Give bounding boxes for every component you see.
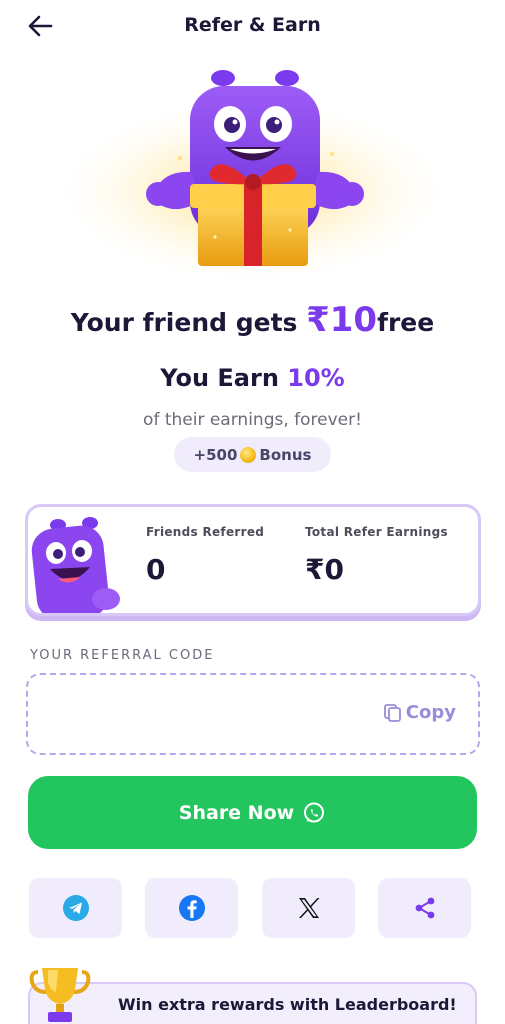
- earn-offer-prefix: You Earn: [160, 364, 288, 392]
- app-header: Refer & Earn: [0, 0, 505, 52]
- copy-icon: [383, 703, 401, 722]
- earn-offer-percent: 10%: [287, 364, 345, 392]
- bonus-label: Bonus: [259, 445, 312, 464]
- telegram-icon: [62, 895, 89, 921]
- friend-offer-amount: ₹10: [306, 300, 378, 340]
- page-title: Refer & Earn: [184, 14, 321, 36]
- facebook-icon: [178, 895, 205, 921]
- earn-offer-subtitle: of their earnings, forever!: [143, 410, 362, 430]
- friend-offer-text: Your friend gets ₹10free: [0, 300, 505, 340]
- bonus-badge: +500 Bonus: [174, 437, 331, 472]
- telegram-share-button[interactable]: [29, 878, 122, 938]
- earn-offer-text: You Earn 10%: [0, 364, 505, 392]
- facebook-share-button[interactable]: [145, 878, 238, 938]
- share-now-button[interactable]: Share Now: [28, 776, 477, 849]
- friends-referred-stat: Friends Referred 0: [146, 525, 264, 586]
- total-earnings-stat: Total Refer Earnings ₹0: [305, 525, 448, 586]
- total-earnings-value: ₹0: [305, 553, 344, 586]
- total-earnings-label: Total Refer Earnings: [305, 525, 448, 539]
- leaderboard-banner[interactable]: Win extra rewards with Leaderboard!: [28, 982, 477, 1024]
- share-now-label: Share Now: [178, 801, 295, 824]
- more-share-button[interactable]: [378, 878, 471, 938]
- friend-offer-suffix: free: [377, 308, 435, 337]
- mascot-waving-icon: [31, 517, 120, 613]
- mascot-gift-illustration: [47, 70, 457, 277]
- whatsapp-icon: [304, 802, 325, 822]
- coin-icon: [240, 446, 257, 463]
- referral-stats-card: Friends Referred 0 Total Refer Earnings …: [25, 504, 481, 616]
- referral-code-box: Copy: [26, 673, 480, 755]
- copy-label: Copy: [405, 702, 456, 723]
- copy-button[interactable]: Copy: [383, 702, 456, 723]
- x-share-button[interactable]: [262, 878, 355, 938]
- leaderboard-text: Win extra rewards with Leaderboard!: [118, 995, 457, 1014]
- friends-referred-label: Friends Referred: [146, 525, 265, 539]
- friends-referred-value: 0: [146, 553, 166, 586]
- trophy-icon: [29, 968, 91, 1022]
- bonus-amount: +500: [193, 445, 238, 464]
- share-icon: [415, 897, 434, 919]
- friend-offer-prefix: Your friend gets: [70, 308, 307, 337]
- referral-code-label: YOUR REFERRAL CODE: [30, 648, 215, 663]
- x-icon: [298, 898, 319, 918]
